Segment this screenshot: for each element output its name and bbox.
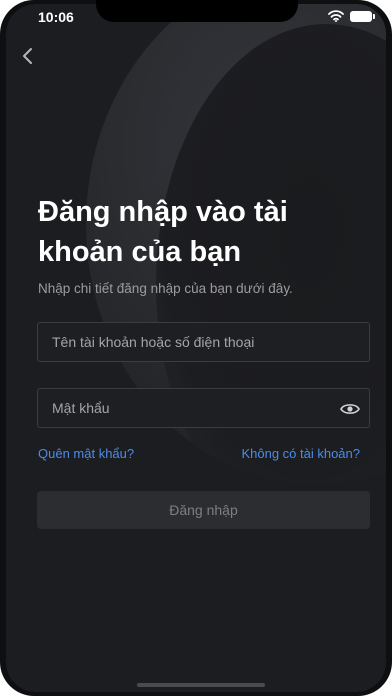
page-title: Đăng nhập vào tài khoản của bạn bbox=[38, 196, 288, 268]
password-field bbox=[37, 388, 370, 428]
login-screen: Đăng nhập vào tài khoản của bạn Nhập chi… bbox=[6, 4, 386, 692]
forgot-password-link[interactable]: Quên mật khẩu? bbox=[38, 446, 134, 461]
signup-link[interactable]: Không có tài khoản? bbox=[241, 446, 360, 461]
toggle-password-visibility-button[interactable] bbox=[339, 398, 361, 420]
home-indicator bbox=[137, 683, 265, 687]
wifi-icon bbox=[328, 10, 344, 22]
page-subtitle: Nhập chi tiết đăng nhập của bạn dưới đây… bbox=[38, 281, 293, 296]
chevron-left-icon bbox=[23, 48, 32, 64]
back-button[interactable] bbox=[16, 44, 40, 68]
username-field bbox=[37, 322, 370, 362]
login-button[interactable]: Đăng nhập bbox=[37, 491, 370, 529]
device-frame: Đăng nhập vào tài khoản của bạn Nhập chi… bbox=[0, 0, 392, 696]
notch bbox=[96, 0, 298, 22]
username-input[interactable] bbox=[38, 323, 369, 361]
password-input[interactable] bbox=[38, 389, 369, 427]
eye-icon bbox=[340, 404, 360, 414]
battery-icon bbox=[350, 10, 375, 22]
status-time: 10:06 bbox=[38, 9, 74, 25]
status-icons bbox=[328, 10, 375, 22]
